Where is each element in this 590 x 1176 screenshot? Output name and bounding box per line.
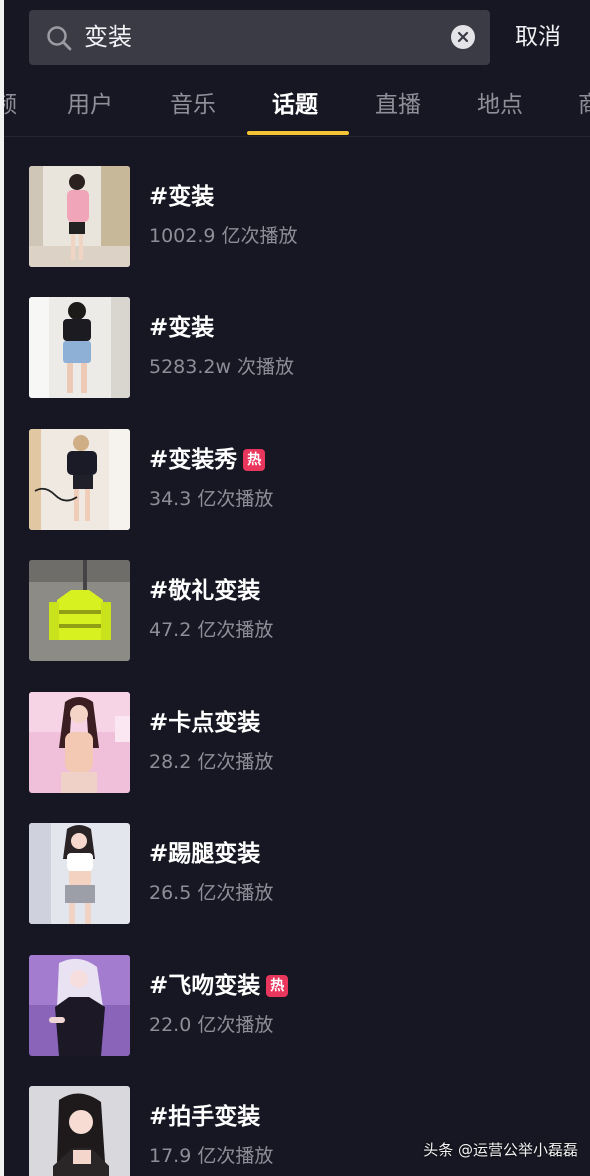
hot-badge: 热 [243, 449, 266, 471]
search-icon [47, 26, 72, 51]
topic-item[interactable]: #变装秀热 34.3 亿次播放 [4, 429, 590, 531]
topic-play-count: 22.0 亿次播放 [149, 1014, 274, 1036]
tab-live[interactable]: 直播 [375, 90, 421, 120]
tab-topics[interactable]: 话题 [272, 90, 318, 120]
topic-play-count: 47.2 亿次播放 [149, 619, 274, 641]
topic-play-count: 1002.9 亿次播放 [149, 225, 298, 247]
topic-item[interactable]: #踢腿变装 26.5 亿次播放 [4, 823, 590, 925]
topic-thumbnail [29, 1086, 130, 1176]
active-tab-indicator [247, 131, 349, 135]
topic-play-count: 26.5 亿次播放 [149, 882, 274, 904]
topic-title: #拍手变装 [149, 1104, 261, 1130]
topic-item[interactable]: #拍手变装 17.9 亿次播放 [4, 1086, 590, 1176]
topic-title: #敬礼变装 [149, 578, 261, 604]
topic-item[interactable]: #变装 5283.2w 次播放 [4, 297, 590, 399]
topic-title: #变装 [149, 184, 215, 210]
topic-title: #飞吻变装热 [149, 971, 289, 1001]
watermark: 头条 @运营公举小磊磊 [423, 1141, 578, 1159]
cancel-button[interactable]: 取消 [515, 22, 561, 52]
search-input[interactable]: 变装 [29, 10, 490, 65]
search-results-screen: 变装 取消 频 用户 音乐 话题 直播 地点 商 #变装 1002.9 亿次播放… [4, 0, 590, 1176]
topic-item[interactable]: #敬礼变装 47.2 亿次播放 [4, 560, 590, 662]
topic-thumbnail [29, 429, 130, 530]
topic-item[interactable]: #变装 1002.9 亿次播放 [4, 166, 590, 268]
search-tabs: 频 用户 音乐 话题 直播 地点 商 [4, 78, 590, 137]
tab-shop[interactable]: 商 [578, 90, 590, 120]
topic-thumbnail [29, 692, 130, 793]
topic-play-count: 34.3 亿次播放 [149, 488, 274, 510]
hot-badge: 热 [266, 975, 289, 997]
topic-thumbnail [29, 166, 130, 267]
topic-item[interactable]: #卡点变装 28.2 亿次播放 [4, 692, 590, 794]
topic-play-count: 5283.2w 次播放 [149, 356, 295, 378]
topic-title: #变装秀热 [149, 445, 266, 475]
topic-play-count: 17.9 亿次播放 [149, 1145, 274, 1167]
topic-thumbnail [29, 297, 130, 398]
tab-video[interactable]: 频 [4, 90, 17, 120]
topic-thumbnail [29, 560, 130, 661]
topic-title: #变装 [149, 315, 215, 341]
topic-thumbnail [29, 955, 130, 1056]
clear-icon[interactable] [451, 25, 475, 49]
topic-play-count: 28.2 亿次播放 [149, 751, 274, 773]
topic-title: #踢腿变装 [149, 841, 261, 867]
tab-places[interactable]: 地点 [477, 90, 523, 120]
tab-users[interactable]: 用户 [67, 90, 113, 120]
topic-item[interactable]: #飞吻变装热 22.0 亿次播放 [4, 955, 590, 1057]
tab-music[interactable]: 音乐 [170, 90, 216, 120]
topic-thumbnail [29, 823, 130, 924]
search-query-text[interactable]: 变装 [84, 22, 132, 52]
topic-title: #卡点变装 [149, 710, 261, 736]
